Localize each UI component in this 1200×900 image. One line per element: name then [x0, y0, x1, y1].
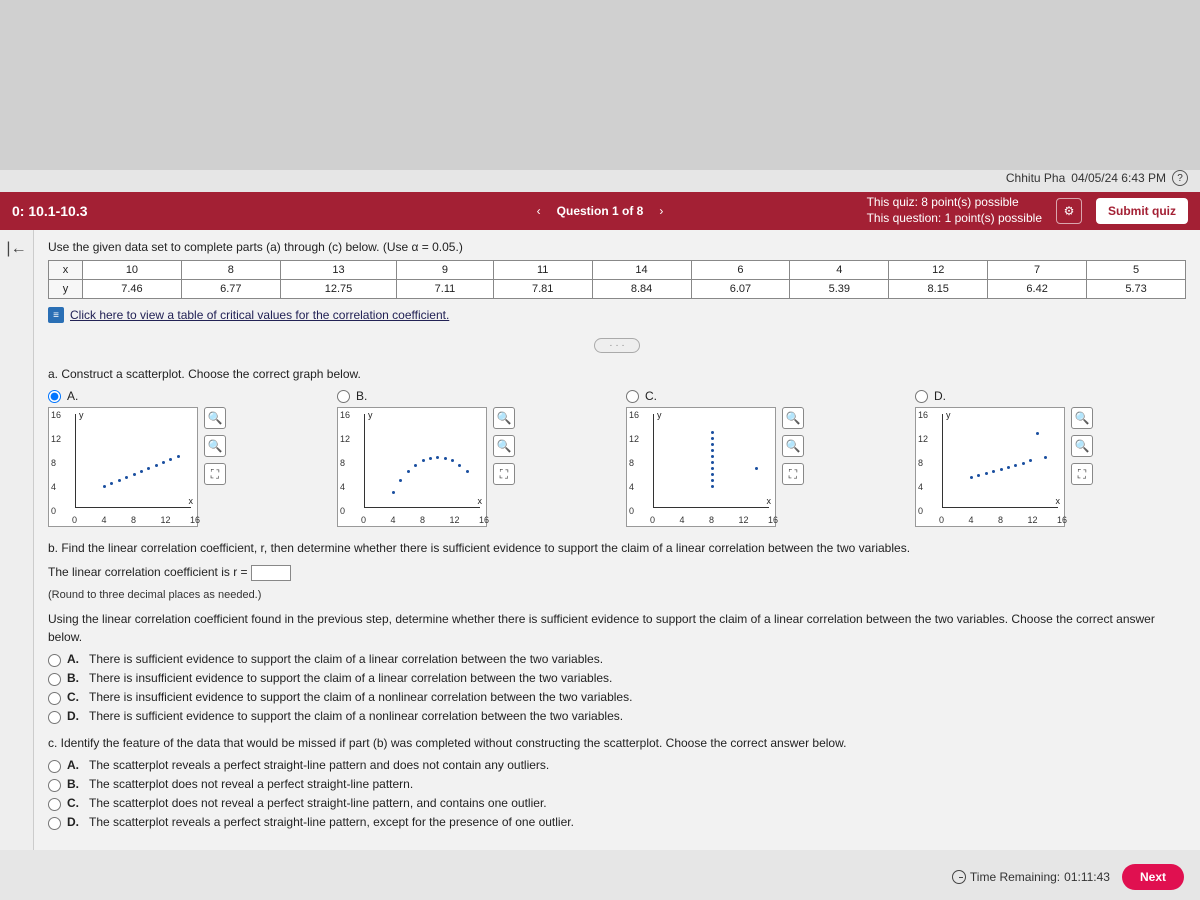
part-a-label: a. Construct a scatterplot. Choose the c…: [48, 367, 1186, 381]
partc-radio-a[interactable]: [48, 760, 61, 773]
choice-radio-d[interactable]: [915, 390, 928, 403]
table-cell: 8.15: [889, 280, 988, 299]
divider-pill[interactable]: · · ·: [594, 338, 640, 353]
table-cell: 12.75: [280, 280, 396, 299]
time-remaining: Time Remaining: 01:11:43: [952, 870, 1110, 884]
partb-option-text: There is sufficient evidence to support …: [89, 652, 603, 666]
table-cell: 5.39: [790, 280, 889, 299]
part-b-options: A.There is sufficient evidence to suppor…: [48, 652, 1186, 724]
table-cell: 7.46: [83, 280, 182, 299]
gear-icon[interactable]: ⚙: [1056, 198, 1082, 224]
document-icon: ≡: [48, 307, 64, 323]
section-label: 0: 10.1-10.3: [12, 203, 88, 219]
next-button[interactable]: Next: [1122, 864, 1184, 890]
table-cell: 6.77: [181, 280, 280, 299]
user-info: Chhitu Pha 04/05/24 6:43 PM ?: [1006, 170, 1188, 186]
zoom-out-icon[interactable]: 🔍: [1071, 435, 1093, 457]
next-question-button[interactable]: ›: [651, 200, 671, 222]
table-cell: 7.81: [493, 280, 592, 299]
table-cell: 13: [280, 261, 396, 280]
part-b-round-note: (Round to three decimal places as needed…: [48, 587, 1186, 604]
choice-label: A.: [67, 389, 78, 403]
part-b-intro: b. Find the linear correlation coefficie…: [48, 539, 1186, 557]
zoom-out-icon[interactable]: 🔍: [782, 435, 804, 457]
partc-radio-b[interactable]: [48, 779, 61, 792]
choice-radio-c[interactable]: [626, 390, 639, 403]
partb-option-text: There is sufficient evidence to support …: [89, 709, 623, 723]
zoom-out-icon[interactable]: 🔍: [204, 435, 226, 457]
user-name: Chhitu Pha: [1006, 171, 1065, 185]
table-row-header: y: [49, 280, 83, 299]
choice-radio-a[interactable]: [48, 390, 61, 403]
zoom-out-icon[interactable]: 🔍: [493, 435, 515, 457]
partc-option-text: The scatterplot does not reveal a perfec…: [89, 796, 547, 810]
table-cell: 8.84: [592, 280, 691, 299]
partc-radio-d[interactable]: [48, 817, 61, 830]
help-icon[interactable]: ?: [1172, 170, 1188, 186]
partb-option-text: There is insufficient evidence to suppor…: [89, 671, 612, 685]
choice-label: B.: [356, 389, 367, 403]
partc-option-text: The scatterplot does not reveal a perfec…: [89, 777, 413, 791]
sidebar: |←: [0, 230, 34, 850]
submit-quiz-button[interactable]: Submit quiz: [1096, 198, 1188, 224]
table-cell: 6.07: [691, 280, 790, 299]
part-c-intro: c. Identify the feature of the data that…: [48, 734, 1186, 752]
expand-icon[interactable]: ⛶: [1071, 463, 1093, 485]
user-datetime: 04/05/24 6:43 PM: [1071, 171, 1166, 185]
partc-option-text: The scatterplot reveals a perfect straig…: [89, 758, 549, 772]
partc-radio-c[interactable]: [48, 798, 61, 811]
choice-label: C.: [645, 389, 657, 403]
zoom-in-icon[interactable]: 🔍: [493, 407, 515, 429]
zoom-in-icon[interactable]: 🔍: [782, 407, 804, 429]
table-cell: 11: [493, 261, 592, 280]
question-counter: Question 1 of 8: [557, 204, 644, 218]
clock-icon: [952, 870, 966, 884]
scatterplot-b: yx16128400481216: [337, 407, 487, 527]
r-input[interactable]: [251, 565, 291, 581]
partb-radio-a[interactable]: [48, 654, 61, 667]
quiz-points: This quiz: 8 point(s) possible: [867, 195, 1042, 211]
part-b-input-line: The linear correlation coefficient is r …: [48, 563, 1186, 581]
table-cell: 10: [83, 261, 182, 280]
scatterplot-c: yx16128400481216: [626, 407, 776, 527]
expand-icon[interactable]: ⛶: [493, 463, 515, 485]
partb-option-text: There is insufficient evidence to suppor…: [89, 690, 632, 704]
quiz-header: 0: 10.1-10.3 ‹ Question 1 of 8 › This qu…: [0, 192, 1200, 230]
scatterplot-a: yx16128400481216: [48, 407, 198, 527]
part-c-options: A.The scatterplot reveals a perfect stra…: [48, 758, 1186, 830]
table-cell: 7: [988, 261, 1087, 280]
prev-question-button[interactable]: ‹: [529, 200, 549, 222]
data-table: x1081391114641275y7.466.7712.757.117.818…: [48, 260, 1186, 299]
instruction-text: Use the given data set to complete parts…: [48, 240, 1186, 254]
partb-radio-d[interactable]: [48, 711, 61, 724]
zoom-in-icon[interactable]: 🔍: [204, 407, 226, 429]
part-b-followup: Using the linear correlation coefficient…: [48, 610, 1186, 646]
zoom-in-icon[interactable]: 🔍: [1071, 407, 1093, 429]
table-cell: 8: [181, 261, 280, 280]
table-cell: 4: [790, 261, 889, 280]
expand-icon[interactable]: ⛶: [782, 463, 804, 485]
collapse-sidebar-icon[interactable]: |←: [6, 240, 26, 850]
table-cell: 12: [889, 261, 988, 280]
table-row-header: x: [49, 261, 83, 280]
table-cell: 7.11: [397, 280, 494, 299]
table-cell: 5.73: [1087, 280, 1186, 299]
scatterplot-d: yx16128400481216: [915, 407, 1065, 527]
critical-values-link[interactable]: Click here to view a table of critical v…: [70, 308, 449, 322]
table-cell: 5: [1087, 261, 1186, 280]
table-cell: 9: [397, 261, 494, 280]
question-points: This question: 1 point(s) possible: [867, 211, 1042, 227]
expand-icon[interactable]: ⛶: [204, 463, 226, 485]
table-cell: 6.42: [988, 280, 1087, 299]
partb-radio-b[interactable]: [48, 673, 61, 686]
table-cell: 14: [592, 261, 691, 280]
choice-radio-b[interactable]: [337, 390, 350, 403]
choice-label: D.: [934, 389, 946, 403]
table-cell: 6: [691, 261, 790, 280]
partc-option-text: The scatterplot reveals a perfect straig…: [89, 815, 574, 829]
partb-radio-c[interactable]: [48, 692, 61, 705]
